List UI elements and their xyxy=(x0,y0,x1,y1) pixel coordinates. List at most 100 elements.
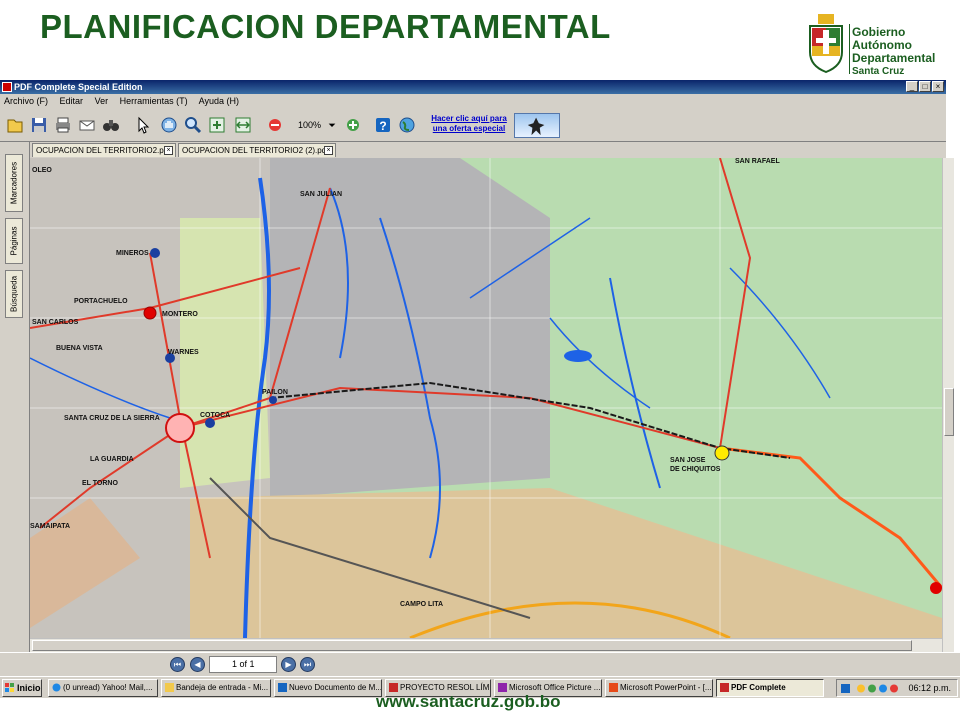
logo-line-3: Departamental xyxy=(852,51,936,65)
menu-herramientas[interactable]: Herramientas (T) xyxy=(120,96,188,106)
menu-archivo[interactable]: Archivo (F) xyxy=(4,96,48,106)
picture-icon xyxy=(498,683,507,692)
open-icon[interactable] xyxy=(4,114,26,136)
minimize-button[interactable]: _ xyxy=(906,81,918,92)
system-tray: 06:12 p.m. xyxy=(836,679,958,697)
label-san-carlos: SAN CARLOS xyxy=(32,319,79,326)
tab-marcadores[interactable]: Marcadores xyxy=(5,154,23,212)
taskbar-item-label: Bandeja de entrada - Mi... xyxy=(176,683,269,692)
footer-url: www.santacruz.gob.bo xyxy=(376,692,561,711)
label-la-guardia: LA GUARDIA xyxy=(90,456,134,463)
lake xyxy=(564,350,592,362)
taskbar-item-yahoo[interactable]: (0 unread) Yahoo! Mail,... xyxy=(48,679,158,697)
taskbar-item-pdf-complete[interactable]: PDF Complete xyxy=(716,679,824,697)
tab-busqueda[interactable]: Búsqueda xyxy=(5,270,23,318)
previous-page-icon[interactable]: ◀ xyxy=(190,657,205,672)
tab-document-2[interactable]: OCUPACION DEL TERRITORIO2 (2).pdf × xyxy=(178,143,336,157)
label-oleo: OLEO xyxy=(32,167,52,174)
window-title-bar[interactable]: PDF Complete Special Edition _ □ × xyxy=(0,80,946,94)
scroll-thumb[interactable] xyxy=(32,640,912,651)
taskbar-item-word[interactable]: Nuevo Documento de M... xyxy=(274,679,382,697)
network-icon xyxy=(879,684,887,693)
email-icon[interactable] xyxy=(76,114,98,136)
tray-icons xyxy=(841,684,898,693)
label-campo-lita: CAMPO LITA xyxy=(400,601,443,608)
first-page-icon[interactable]: ⏮ xyxy=(170,657,185,672)
label-el-torno: EL TORNO xyxy=(82,480,118,487)
taskbar-item-label: PDF Complete xyxy=(731,683,786,692)
tab-busqueda-label: Búsqueda xyxy=(9,275,19,313)
binoculars-icon[interactable] xyxy=(100,114,122,136)
tab-paginas-label: Páginas xyxy=(9,226,19,256)
label-san-jose: SAN JOSE xyxy=(670,457,706,464)
label-san-julian: SAN JULIAN xyxy=(300,191,342,198)
government-logo: Gobierno Autónomo Departamental Santa Cr… xyxy=(806,14,956,78)
mail-icon xyxy=(165,683,174,692)
maximize-button[interactable]: □ xyxy=(919,81,931,92)
taskbar-item-powerpoint[interactable]: Microsoft PowerPoint - [... xyxy=(605,679,713,697)
close-button[interactable]: × xyxy=(932,81,944,92)
navigation-side-panel: Marcadores Páginas Búsqueda xyxy=(0,142,30,652)
offer-line-2: una oferta especial xyxy=(432,124,506,133)
hand-icon[interactable] xyxy=(158,114,180,136)
window-title: PDF Complete Special Edition xyxy=(14,82,143,92)
label-buena-vista: BUENA VISTA xyxy=(56,345,103,352)
antivirus-icon xyxy=(868,684,876,693)
label-de-chiquitos: DE CHIQUITOS xyxy=(670,466,721,473)
globe-icon[interactable] xyxy=(396,114,418,136)
fit-width-icon[interactable] xyxy=(232,114,254,136)
offer-banner-image[interactable] xyxy=(514,113,560,138)
select-arrow-icon[interactable] xyxy=(132,114,154,136)
help-icon[interactable]: ? xyxy=(372,114,394,136)
messenger-icon xyxy=(857,684,865,693)
slide-title: PLANIFICACION DEPARTAMENTAL xyxy=(40,8,611,45)
tab-document-1-label: OCUPACION DEL TERRITORIO2.pdf xyxy=(36,146,171,155)
zoom-icon[interactable] xyxy=(182,114,204,136)
start-button[interactable]: Inicio xyxy=(2,679,42,697)
zoom-level[interactable]: 100% xyxy=(298,120,321,130)
label-pailon: PAILON xyxy=(262,389,288,396)
powerpoint-icon xyxy=(609,683,618,692)
chevron-down-icon[interactable] xyxy=(326,114,338,136)
clock[interactable]: 06:12 p.m. xyxy=(908,680,951,696)
presentation-slide: PLANIFICACION DEPARTAMENTAL Gobierno Aut… xyxy=(0,0,960,720)
page-number-field[interactable]: 1 of 1 xyxy=(209,656,277,673)
save-icon[interactable] xyxy=(28,114,50,136)
label-portachuelo: PORTACHUELO xyxy=(74,298,128,305)
zoom-out-icon[interactable] xyxy=(264,114,286,136)
vertical-scrollbar[interactable] xyxy=(942,158,954,652)
last-page-icon[interactable]: ⏭ xyxy=(300,657,315,672)
scroll-thumb[interactable] xyxy=(944,388,954,436)
menu-ayuda[interactable]: Ayuda (H) xyxy=(199,96,239,106)
print-icon[interactable] xyxy=(52,114,74,136)
label-cotoca: COTOCA xyxy=(200,412,230,419)
security-icon xyxy=(890,684,898,693)
taskbar-item-mail[interactable]: Bandeja de entrada - Mi... xyxy=(161,679,271,697)
close-tab-icon[interactable]: × xyxy=(164,146,173,155)
language-icon xyxy=(841,684,850,693)
pdf-icon xyxy=(720,683,729,692)
toolbar: 100% ? Hacer clic aquí para una oferta e… xyxy=(0,109,946,142)
tab-paginas[interactable]: Páginas xyxy=(5,218,23,264)
tab-document-1[interactable]: OCUPACION DEL TERRITORIO2.pdf × xyxy=(32,143,176,157)
start-label: Inicio xyxy=(17,683,41,693)
close-tab-icon[interactable]: × xyxy=(324,146,333,155)
menu-bar: Archivo (F) Editar Ver Herramientas (T) … xyxy=(0,94,946,109)
taskbar-item-label: Nuevo Documento de M... xyxy=(289,683,382,692)
territory-map: SAN RAFAEL SAN JULIAN MINEROS PORTACHUEL… xyxy=(30,158,942,638)
coat-of-arms-icon xyxy=(809,14,843,74)
horizontal-scrollbar[interactable] xyxy=(30,638,942,652)
mineros-marker xyxy=(150,248,160,258)
logo-line-4: Santa Cruz xyxy=(852,66,905,77)
pdf-app-icon xyxy=(2,82,12,92)
offer-line-1: Hacer clic aquí para xyxy=(431,114,507,123)
zoom-in-icon[interactable] xyxy=(342,114,364,136)
special-offer-link[interactable]: Hacer clic aquí para una oferta especial xyxy=(428,114,510,134)
label-samaipata: SAMAIPATA xyxy=(30,523,70,530)
next-page-icon[interactable]: ▶ xyxy=(281,657,296,672)
fit-page-icon[interactable] xyxy=(206,114,228,136)
menu-ver[interactable]: Ver xyxy=(95,96,109,106)
taskbar-item-label: (0 unread) Yahoo! Mail,... xyxy=(63,683,153,692)
pdf-map-view[interactable]: SAN RAFAEL SAN JULIAN MINEROS PORTACHUEL… xyxy=(30,158,942,638)
menu-editar[interactable]: Editar xyxy=(60,96,84,106)
